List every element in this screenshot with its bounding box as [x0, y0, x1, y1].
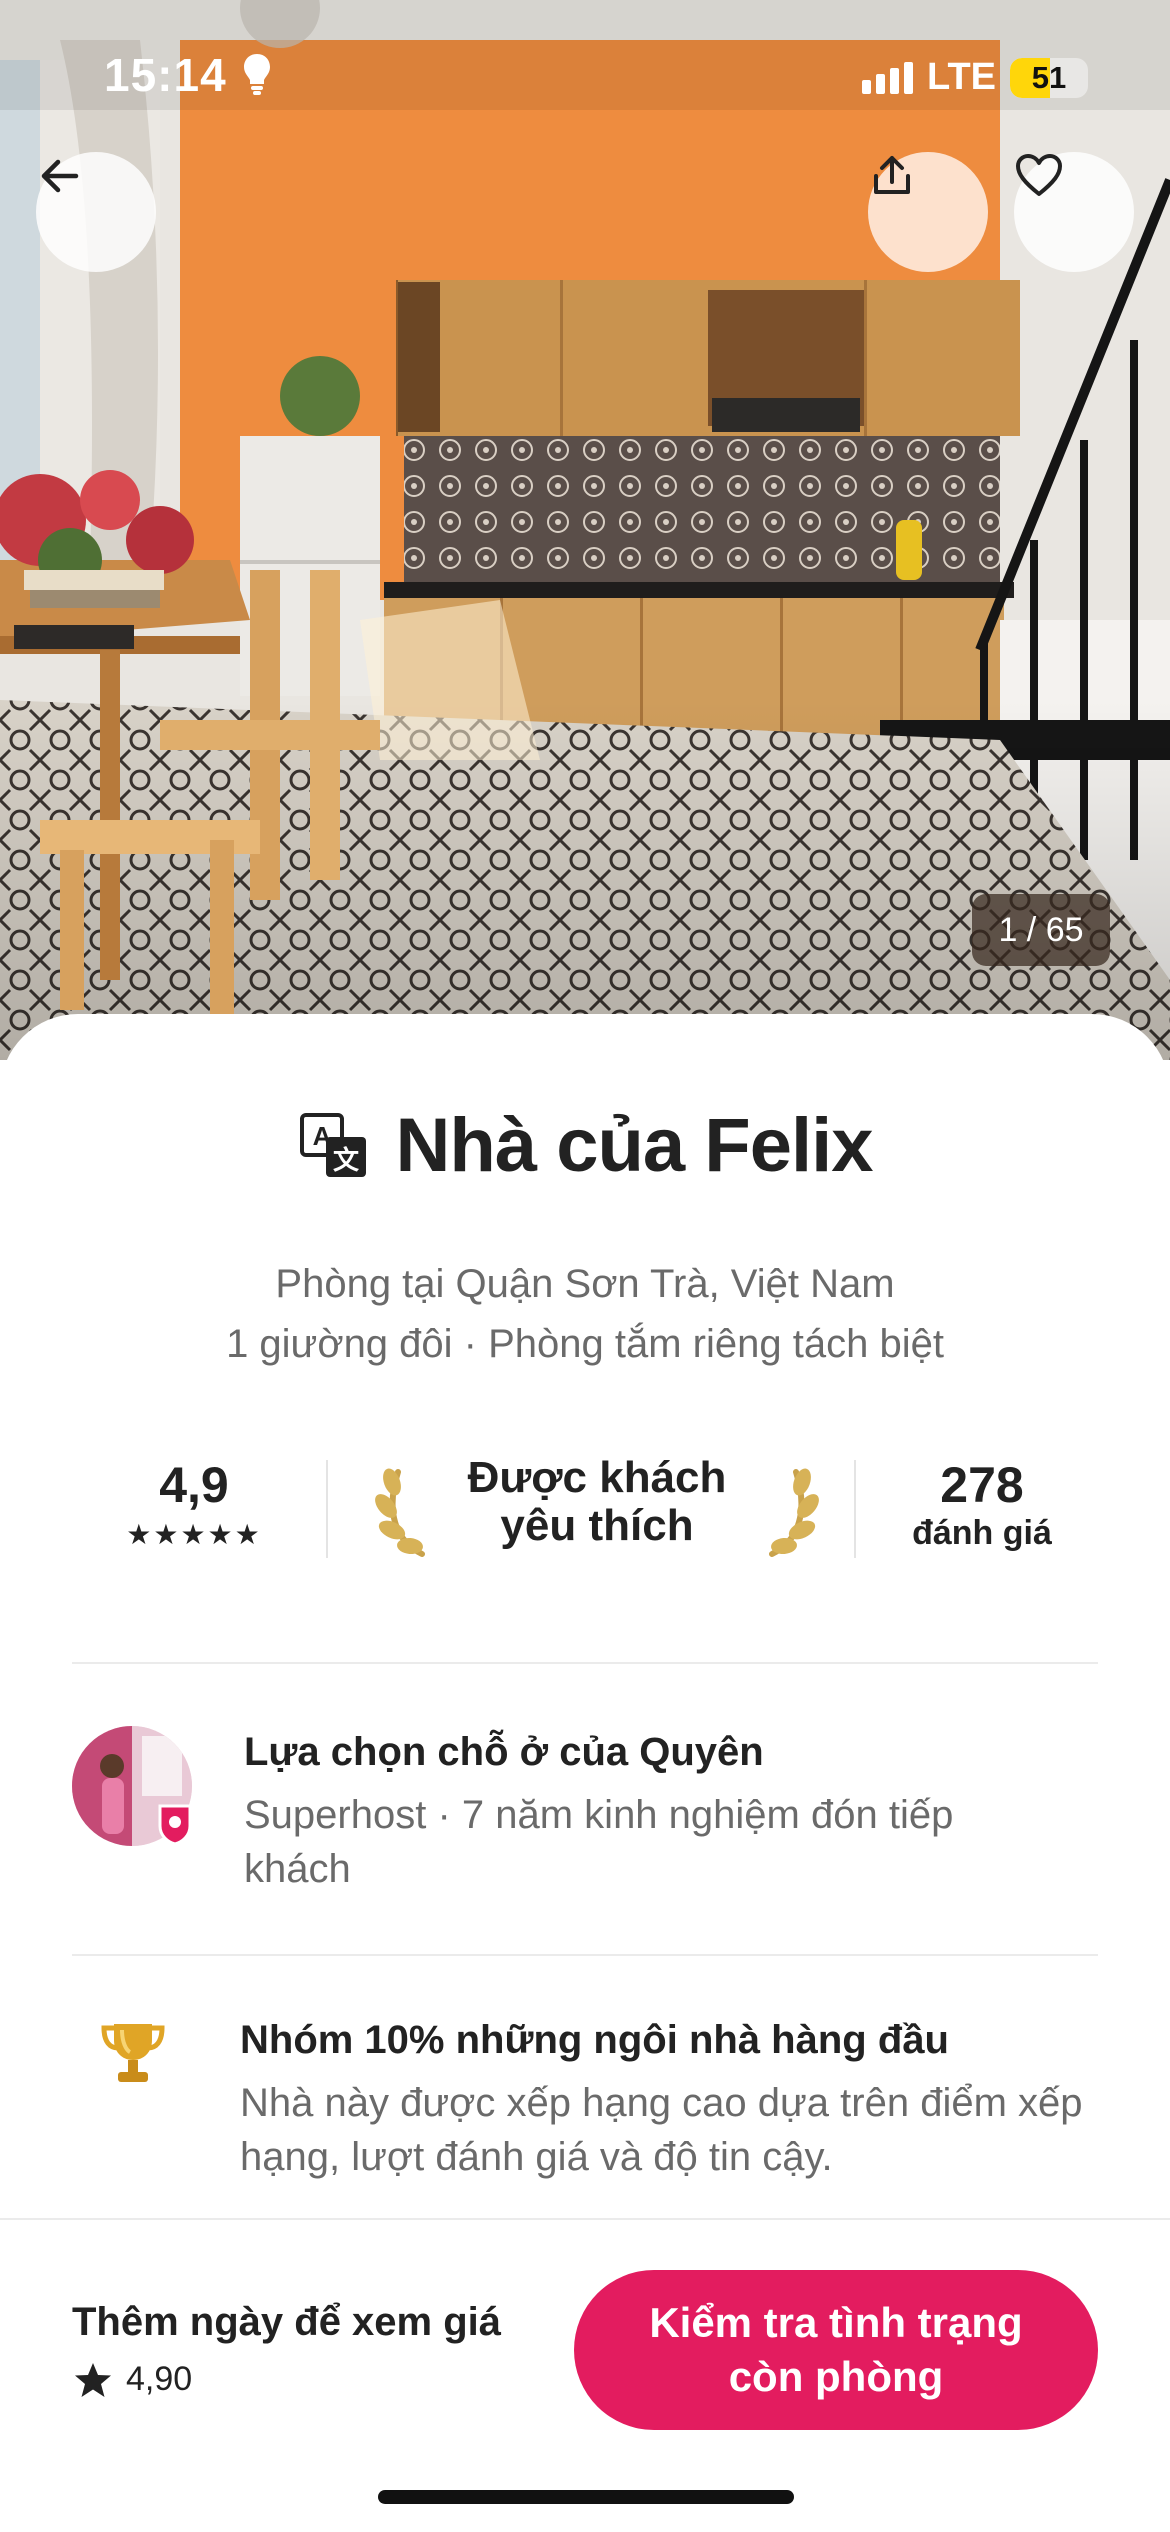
network-type: LTE	[927, 56, 996, 98]
host-title: Lựa chọn chỗ ở của Quyên	[244, 1730, 764, 1774]
guest-favorite-line2: yêu thích	[500, 1501, 694, 1550]
photo-counter: 1 / 65	[972, 894, 1110, 966]
listing-photo[interactable]: 15:14 LTE 51 1 / 65	[0, 0, 1170, 1060]
battery-icon: 51	[1010, 57, 1088, 98]
rating-stat: 4,9 ★★★★★	[112, 1456, 276, 1551]
reviews-label: đánh giá	[912, 1514, 1052, 1552]
reviews-count: 278	[940, 1457, 1024, 1513]
signal-icon	[862, 61, 914, 94]
svg-text:文: 文	[333, 1145, 360, 1175]
guest-favorite-label: Được khách yêu thích	[452, 1454, 742, 1550]
section-divider	[72, 1662, 1098, 1664]
price-prompt[interactable]: Thêm ngày để xem giá	[72, 2300, 501, 2345]
status-time: 15:14	[104, 49, 227, 101]
host-section[interactable]: Lựa chọn chỗ ở của Quyên Superhost · 7 n…	[72, 1724, 1098, 1904]
button-label-line2: còn phòng	[728, 2353, 944, 2400]
listing-title-row: A 文 Nhà của Felix	[0, 1102, 1170, 1189]
battery-percent: 51	[1031, 59, 1067, 95]
laurel-right-icon	[769, 1468, 819, 1557]
translate-icon[interactable]: A 文	[298, 1111, 370, 1181]
superhost-badge-icon	[158, 1804, 192, 1846]
status-indicators: LTE 51	[862, 56, 1088, 99]
listing-location: Phòng tại Quận Sơn Trà, Việt Nam	[275, 1262, 895, 1306]
listing-room-details: 1 giường đôi · Phòng tắm riêng tách biệt	[226, 1322, 944, 1366]
star-icon	[75, 2362, 111, 2397]
footer-rating: 4,90	[74, 2360, 192, 2399]
favorite-button[interactable]	[1014, 152, 1134, 272]
laurel-left-icon	[375, 1468, 425, 1557]
host-subtitle: Superhost · 7 năm kinh nghiệm đón tiếp k…	[244, 1793, 954, 1891]
booking-footer: Thêm ngày để xem giá 4,90 Kiểm tra tình …	[0, 2218, 1170, 2532]
highlight-title: Nhóm 10% những ngôi nhà hàng đầu	[240, 2018, 949, 2062]
stat-divider	[326, 1460, 328, 1558]
listing-title: Nhà của Felix	[395, 1103, 874, 1188]
star-rating-icons: ★★★★★	[126, 1519, 262, 1550]
back-button[interactable]	[36, 152, 156, 272]
reviews-stat[interactable]: 278 đánh giá	[892, 1456, 1072, 1553]
button-label-line1: Kiểm tra tình trạng	[649, 2299, 1023, 2346]
footer-rating-value: 4,90	[126, 2360, 193, 2398]
trophy-icon	[101, 2024, 165, 2082]
stat-divider	[854, 1460, 856, 1558]
rating-value: 4,9	[159, 1457, 229, 1513]
highlight-description: Nhà này được xếp hạng cao dựa trên điểm …	[240, 2081, 1083, 2179]
top-homes-highlight: Nhóm 10% những ngôi nhà hàng đầu Nhà này…	[72, 2012, 1098, 2182]
guest-favorite-line1: Được khách	[467, 1453, 727, 1502]
heart-outline-icon	[1016, 154, 1062, 196]
home-indicator[interactable]	[378, 2490, 794, 2504]
listing-stats: 4,9 ★★★★★ Được khách yêu thích 278 đánh …	[72, 1440, 1098, 1560]
check-availability-button[interactable]: Kiểm tra tình trạng còn phòng	[574, 2270, 1098, 2430]
listing-screen: 15:14 LTE 51 1 / 65 A 文 Nhà của Felix Ph…	[0, 0, 1170, 2532]
share-icon	[874, 156, 910, 194]
guest-favorite-badge[interactable]: Được khách yêu thích	[372, 1454, 822, 1558]
section-divider	[72, 1954, 1098, 1956]
arrow-left-icon	[41, 159, 79, 193]
share-button[interactable]	[868, 152, 988, 272]
